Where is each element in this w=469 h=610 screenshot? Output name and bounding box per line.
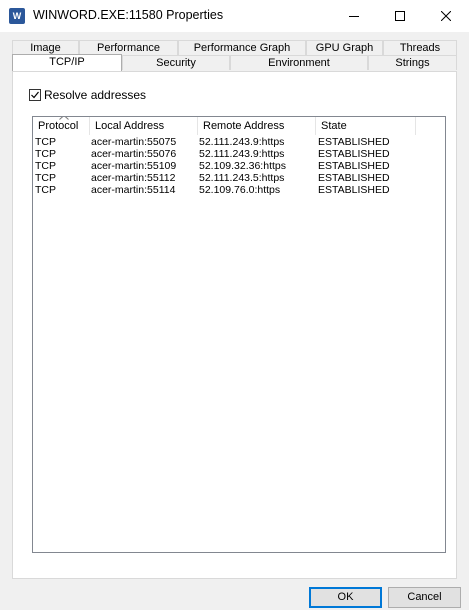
tab-strings[interactable]: Strings — [368, 55, 457, 70]
close-icon — [441, 11, 451, 21]
maximize-icon — [395, 11, 405, 21]
tab-strip: Image Performance Performance Graph GPU … — [12, 40, 457, 72]
sort-ascending-icon — [59, 117, 69, 120]
minimize-button[interactable] — [331, 0, 377, 32]
title-bar: W WINWORD.EXE:11580 Properties — [0, 0, 469, 32]
cancel-button[interactable]: Cancel — [388, 587, 461, 608]
list-body: TCP acer-martin:55075 52.111.243.9:https… — [33, 136, 445, 196]
tab-performance-graph[interactable]: Performance Graph — [178, 40, 306, 55]
cell-local-address: acer-martin:55112 — [91, 172, 176, 184]
word-app-icon: W — [9, 8, 25, 24]
tab-threads[interactable]: Threads — [383, 40, 457, 55]
maximize-button[interactable] — [377, 0, 423, 32]
table-row[interactable]: TCP acer-martin:55109 52.109.32.36:https… — [33, 160, 445, 172]
cell-local-address: acer-martin:55109 — [91, 160, 177, 172]
cell-state: ESTABLISHED — [318, 148, 390, 160]
connections-list[interactable]: Protocol Local Address Remote Address St… — [32, 116, 446, 553]
resolve-addresses-checkbox[interactable]: Resolve addresses — [29, 88, 146, 102]
window-title: WINWORD.EXE:11580 Properties — [33, 8, 224, 22]
cell-state: ESTABLISHED — [318, 172, 390, 184]
tab-security[interactable]: Security — [122, 55, 230, 70]
cell-remote-address: 52.109.76.0:https — [199, 184, 281, 196]
table-row[interactable]: TCP acer-martin:55114 52.109.76.0:https … — [33, 184, 445, 196]
cell-state: ESTABLISHED — [318, 136, 390, 148]
cell-state: ESTABLISHED — [318, 160, 390, 172]
cell-protocol: TCP — [35, 160, 56, 172]
column-label: State — [321, 120, 347, 132]
resolve-addresses-label: Resolve addresses — [44, 88, 147, 102]
cell-remote-address: 52.109.32.36:https — [199, 160, 286, 172]
cell-local-address: acer-martin:55075 — [91, 136, 177, 148]
list-header: Protocol Local Address Remote Address St… — [33, 117, 445, 135]
close-button[interactable] — [423, 0, 469, 32]
cell-protocol: TCP — [35, 184, 56, 196]
column-label: Protocol — [38, 120, 79, 132]
tab-performance[interactable]: Performance — [79, 40, 178, 55]
cell-remote-address: 52.111.243.9:https — [199, 148, 285, 160]
cell-remote-address: 52.111.243.9:https — [199, 136, 285, 148]
cell-local-address: acer-martin:55114 — [91, 184, 176, 196]
column-header-remote-address[interactable]: Remote Address — [198, 117, 316, 135]
checkmark-icon — [31, 91, 39, 99]
checkbox-box[interactable] — [29, 89, 41, 101]
table-row[interactable]: TCP acer-martin:55075 52.111.243.9:https… — [33, 136, 445, 148]
cell-protocol: TCP — [35, 172, 56, 184]
cell-state: ESTABLISHED — [318, 184, 390, 196]
tcpip-tab-panel: Resolve addresses Protocol Local Address… — [12, 71, 457, 579]
tab-environment[interactable]: Environment — [230, 55, 368, 70]
ok-button[interactable]: OK — [309, 587, 382, 608]
minimize-icon — [349, 16, 359, 17]
column-label: Local Address — [95, 120, 165, 132]
column-header-state[interactable]: State — [316, 117, 416, 135]
tab-image[interactable]: Image — [12, 40, 79, 55]
cell-protocol: TCP — [35, 148, 56, 160]
tab-gpu-graph[interactable]: GPU Graph — [306, 40, 383, 55]
cell-remote-address: 52.111.243.5:https — [199, 172, 285, 184]
table-row[interactable]: TCP acer-martin:55112 52.111.243.5:https… — [33, 172, 445, 184]
cell-local-address: acer-martin:55076 — [91, 148, 177, 160]
table-row[interactable]: TCP acer-martin:55076 52.111.243.9:https… — [33, 148, 445, 160]
column-label: Remote Address — [203, 120, 285, 132]
column-header-protocol[interactable]: Protocol — [33, 117, 90, 135]
cell-protocol: TCP — [35, 136, 56, 148]
column-header-local-address[interactable]: Local Address — [90, 117, 198, 135]
tab-tcpip[interactable]: TCP/IP — [12, 54, 122, 71]
